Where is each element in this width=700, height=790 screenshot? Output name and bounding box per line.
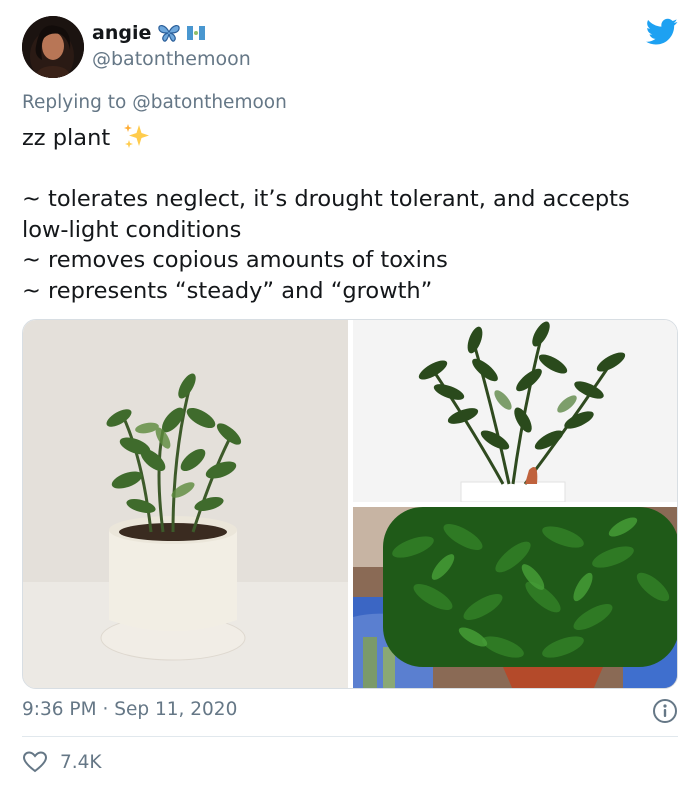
info-icon[interactable] [652,698,678,724]
like-count: 7.4K [60,751,102,773]
tweet-line-0: zz plant [22,125,111,151]
tweet-line-title: zz plant [22,122,692,154]
media-image-outdoor-zz-plant[interactable] [353,507,677,688]
tweet-text: zz plant ~ tolerates neglect, it’s droug… [22,122,692,306]
butterfly-icon [158,25,180,42]
media-image-zz-plant-white-pot[interactable] [353,320,677,502]
timestamp-separator: · [102,699,109,720]
media-image-potted-plant[interactable] [23,320,348,688]
media-grid [22,319,678,689]
tweet-card: angie @batonthemoon Replying to @batonth… [0,0,700,790]
guatemala-flag-icon [187,26,206,40]
display-name-text: angie [92,22,152,44]
like-button[interactable]: 7.4K [22,750,102,774]
sparkles-icon [124,124,150,148]
tweet-line-2: ~ tolerates neglect, it’s drought tolera… [22,186,630,212]
display-name[interactable]: angie [92,22,206,44]
twitter-bird-icon[interactable] [646,18,678,46]
user-handle[interactable]: @batonthemoon [92,48,251,70]
replying-to: Replying to @batonthemoon [22,92,287,113]
divider [22,736,678,737]
heart-icon [22,751,48,773]
tweet-time: 9:36 PM [22,699,97,720]
avatar[interactable] [22,16,84,78]
tweet-date: Sep 11, 2020 [114,699,238,720]
tweet-line-5: ~ represents “steady” and “growth” [22,277,433,304]
tweet-line-4: ~ removes copious amounts of toxins [22,247,448,273]
replying-to-label: Replying to [22,92,127,113]
tweet-timestamp[interactable]: 9:36 PM · Sep 11, 2020 [22,699,237,720]
tweet-line-3: low-light conditions [22,216,242,243]
replying-to-handle-link[interactable]: @batonthemoon [132,92,287,113]
